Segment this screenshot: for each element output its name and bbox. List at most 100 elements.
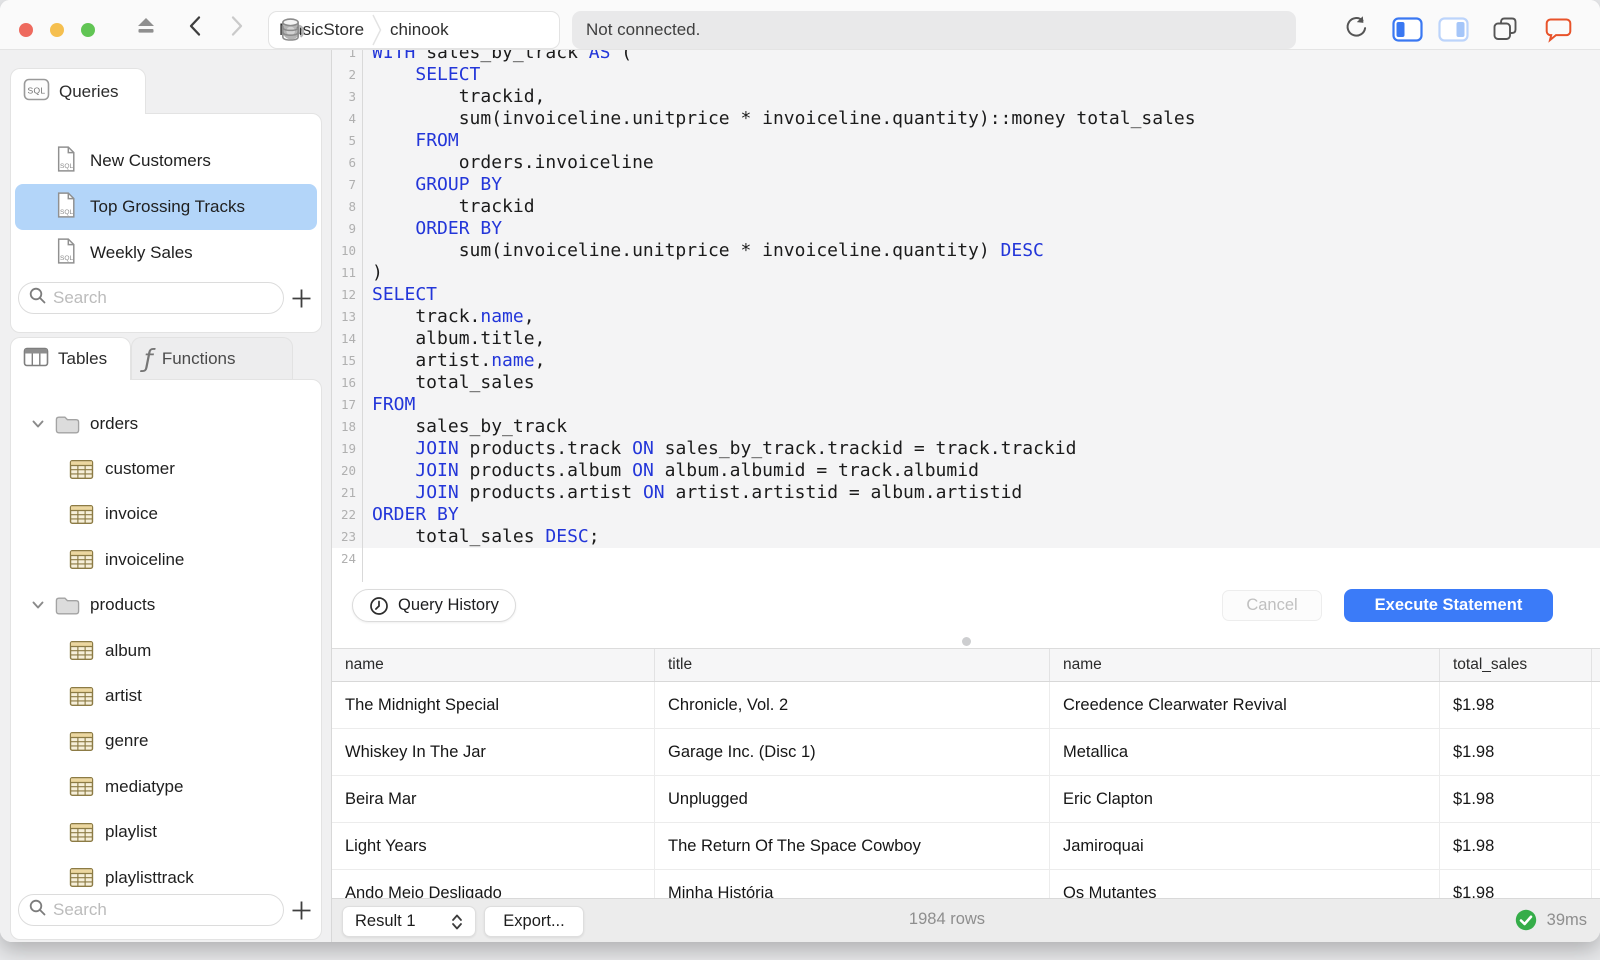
table-label: artist <box>105 686 142 706</box>
tables-search-field[interactable] <box>18 894 284 926</box>
splitter-handle[interactable] <box>962 637 971 646</box>
forward-button[interactable] <box>226 15 246 37</box>
table-icon <box>69 867 94 888</box>
sql-keyword: JOIN <box>415 460 459 481</box>
back-button[interactable] <box>186 15 206 37</box>
tree-table-row[interactable]: customer <box>11 446 321 491</box>
tab-functions[interactable]: ƒ Functions <box>131 337 293 379</box>
zoom-window-button[interactable] <box>81 23 95 37</box>
table-row[interactable]: Light Years The Return Of The Space Cowbo… <box>332 823 1600 870</box>
window-stack-icon[interactable] <box>1492 16 1519 42</box>
tree-table-row[interactable]: album <box>11 628 321 673</box>
table-cell[interactable]: $1.98 <box>1440 823 1592 869</box>
table-icon <box>69 549 94 570</box>
table-cell[interactable]: Os Mutantes <box>1050 870 1440 898</box>
table-cell[interactable]: $1.98 <box>1440 682 1592 728</box>
tables-search-input[interactable] <box>53 900 274 920</box>
table-cell[interactable]: Unplugged <box>655 776 1050 822</box>
table-cell[interactable]: Light Years <box>332 823 655 869</box>
clock-icon <box>369 596 389 616</box>
add-query-button[interactable] <box>289 286 313 310</box>
results-header: name title name total_sales <box>332 649 1600 682</box>
execute-statement-button[interactable]: Execute Statement <box>1344 589 1553 622</box>
sql-text: sales_by_track <box>372 416 568 437</box>
toggle-right-panel-icon[interactable] <box>1438 17 1469 42</box>
column-header[interactable]: title <box>655 649 1050 681</box>
table-cell[interactable]: $1.98 <box>1440 776 1592 822</box>
result-selector[interactable]: Result 1 <box>342 906 476 937</box>
queries-search-input[interactable] <box>53 288 274 308</box>
sidebar-item-query[interactable]: SQL Weekly Sales <box>15 230 317 276</box>
column-header[interactable]: name <box>332 649 655 681</box>
add-table-button[interactable] <box>289 898 313 922</box>
table-cell[interactable]: The Midnight Special <box>332 682 655 728</box>
minimize-window-button[interactable] <box>50 23 64 37</box>
refresh-icon[interactable] <box>1342 15 1368 39</box>
tree-table-row[interactable]: mediatype <box>11 764 321 809</box>
line-number: 1 <box>348 50 356 60</box>
feedback-bubble-icon[interactable] <box>1544 16 1573 43</box>
desktop: MusicStore chinook Not connected. SQL Qu… <box>0 0 1600 960</box>
table-cell[interactable]: Whiskey In The Jar <box>332 729 655 775</box>
tree-folder-row[interactable]: orders <box>11 401 321 446</box>
close-window-button[interactable] <box>19 23 33 37</box>
table-cell[interactable]: Ando Meio Desligado <box>332 870 655 898</box>
table-cell[interactable]: Beira Mar <box>332 776 655 822</box>
code-line: total_sales <box>372 372 534 394</box>
toggle-left-panel-icon[interactable] <box>1392 17 1423 42</box>
tree-table-row[interactable]: artist <box>11 673 321 718</box>
table-cell[interactable]: Metallica <box>1050 729 1440 775</box>
table-cell[interactable]: $1.98 <box>1440 870 1592 898</box>
tree-table-row[interactable]: playlist <box>11 810 321 855</box>
table-cell[interactable]: Garage Inc. (Disc 1) <box>655 729 1050 775</box>
cancel-button[interactable]: Cancel <box>1222 590 1322 621</box>
tree-table-row[interactable]: genre <box>11 719 321 764</box>
query-history-button[interactable]: Query History <box>352 589 516 622</box>
table-cell[interactable]: Creedence Clearwater Revival <box>1050 682 1440 728</box>
table-cell[interactable]: Eric Clapton <box>1050 776 1440 822</box>
table-cell[interactable]: Jamiroquai <box>1050 823 1440 869</box>
table-icon <box>69 459 94 480</box>
eject-icon[interactable] <box>134 15 158 37</box>
tab-queries[interactable]: SQL Queries <box>10 68 146 114</box>
table-row[interactable]: Ando Meio Desligado Minha História Os Muta… <box>332 870 1600 898</box>
svg-text:SQL: SQL <box>60 255 74 262</box>
sql-text: , <box>534 350 546 371</box>
code-line: JOIN products.track ON sales_by_track.tr… <box>372 438 1076 460</box>
sql-text: sum(invoiceline.unitprice * invoiceline.… <box>372 108 1196 129</box>
sql-editor[interactable]: 1 2 3 4 5 6 7 8 9 10 11 12 13 14 15 16 17 18 19 20 21 22 23 24 … <box>332 50 1600 582</box>
table-cell[interactable]: $1.98 <box>1440 729 1592 775</box>
sql-text: total_sales <box>372 526 546 547</box>
code-line: artist.name, <box>372 350 545 372</box>
function-icon: ƒ <box>144 344 153 373</box>
chevron-down-icon[interactable] <box>31 600 45 610</box>
table-row[interactable]: Whiskey In The Jar Garage Inc. (Disc 1) Me… <box>332 729 1600 776</box>
tab-tables[interactable]: Tables <box>10 337 131 380</box>
tree-table-row[interactable]: invoiceline <box>11 537 321 582</box>
queries-search-field[interactable] <box>18 282 284 314</box>
column-header[interactable]: total_sales <box>1440 649 1592 681</box>
column-header[interactable]: name <box>1050 649 1440 681</box>
tree-table-row[interactable]: invoice <box>11 492 321 537</box>
table-row[interactable]: The Midnight Special Chronicle, Vol. 2 Cre… <box>332 682 1600 729</box>
table-icon <box>69 822 94 843</box>
tree-folder-row[interactable]: products <box>11 583 321 628</box>
result-selector-label: Result 1 <box>355 912 416 930</box>
table-cell[interactable]: The Return Of The Space Cowboy <box>655 823 1050 869</box>
export-button[interactable]: Export... <box>484 906 584 937</box>
table-row[interactable]: Beira Mar Unplugged Eric Clapton $1.98 <box>332 776 1600 823</box>
tab-tables-label: Tables <box>58 349 108 368</box>
table-cell[interactable]: Minha História <box>655 870 1050 898</box>
code-line: GROUP BY <box>372 174 502 196</box>
sidebar-item-query[interactable]: SQL New Customers <box>15 138 317 184</box>
table-icon <box>69 776 94 797</box>
breadcrumb-database[interactable]: chinook <box>390 20 449 40</box>
chevron-down-icon[interactable] <box>31 419 45 429</box>
sidebar-item-query[interactable]: SQL Top Grossing Tracks <box>15 184 317 230</box>
sql-keyword: SELECT <box>372 284 438 305</box>
results-table: name title name total_sales The Midnight Sp… <box>332 648 1600 898</box>
table-cell[interactable]: Chronicle, Vol. 2 <box>655 682 1050 728</box>
code-line: orders.invoiceline <box>372 152 654 174</box>
